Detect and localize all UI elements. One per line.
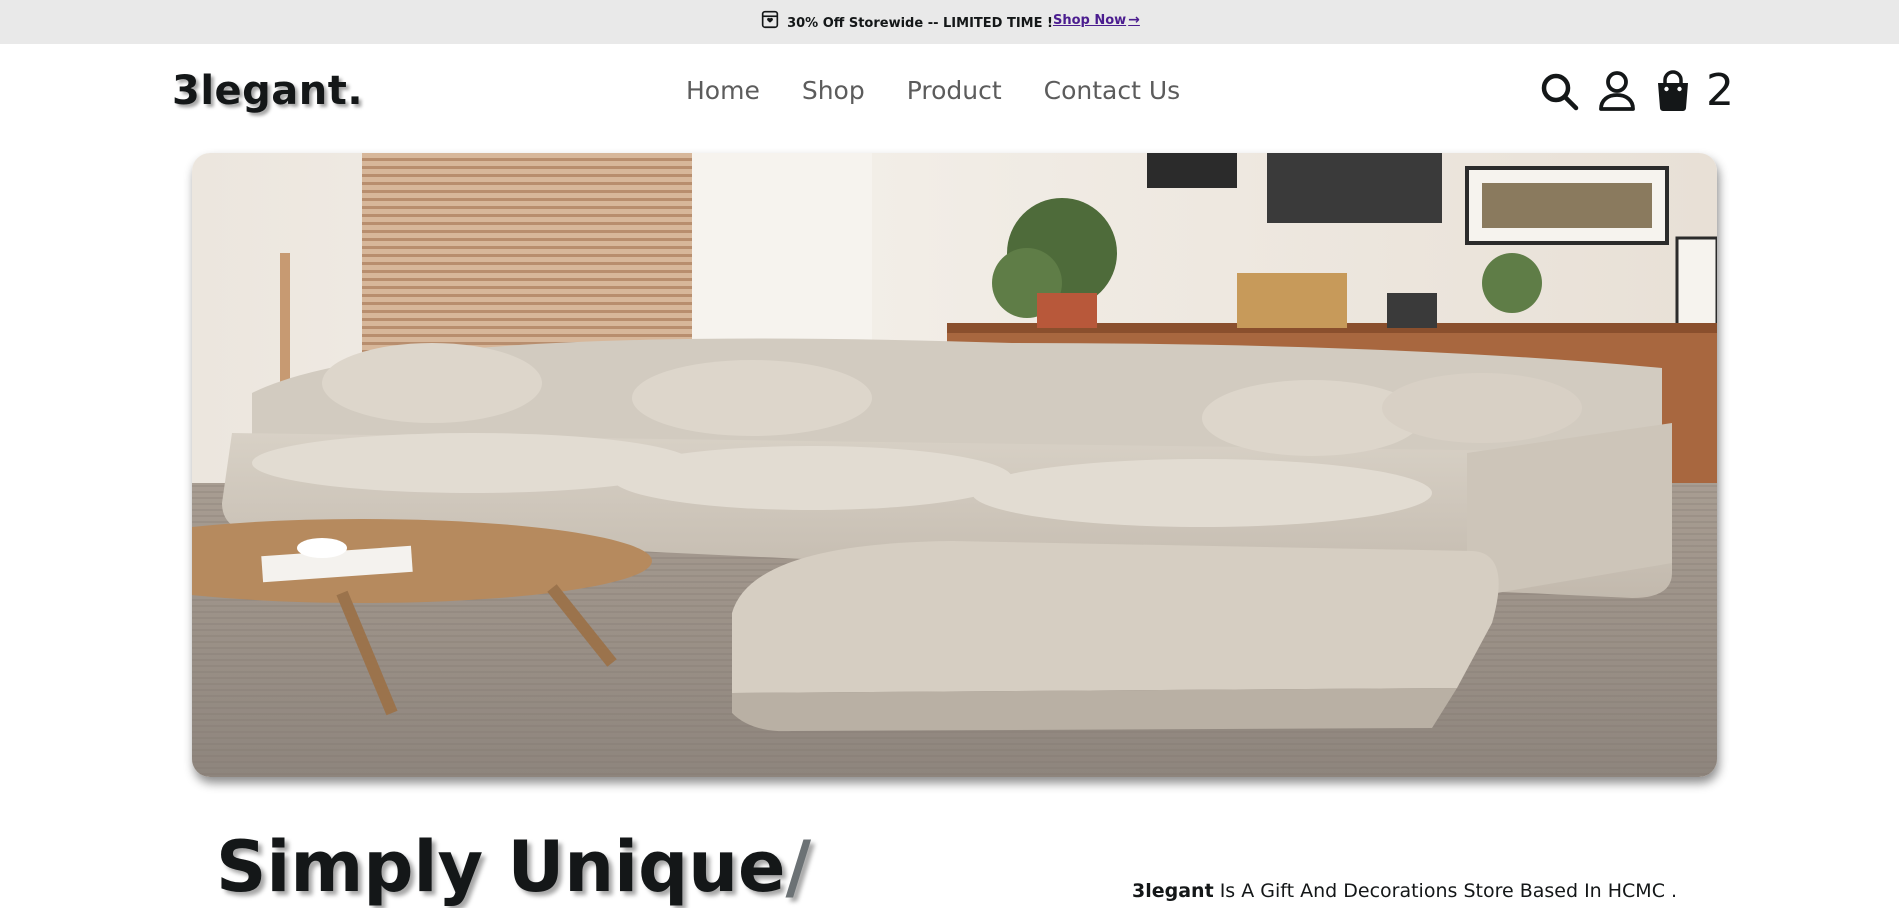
- store-tagline: 3legant Is A Gift And Decorations Store …: [1132, 880, 1677, 902]
- search-icon[interactable]: [1538, 70, 1580, 112]
- tagline-text: Is A Gift And Decorations Store Based In…: [1213, 880, 1678, 902]
- hero-headline: Simply Unique/: [216, 826, 811, 908]
- nav-contact-us[interactable]: Contact Us: [1044, 76, 1181, 105]
- site-logo[interactable]: 3legant.: [172, 68, 363, 114]
- sofa-room-photo: [192, 153, 1717, 777]
- gift-icon: [761, 10, 779, 29]
- promo-bar: 30% Off Storewide -- LIMITED TIME ! Shop…: [0, 0, 1899, 44]
- nav-product[interactable]: Product: [907, 76, 1002, 105]
- header-actions: 2: [1538, 69, 1734, 113]
- main-nav: Home Shop Product Contact Us: [686, 76, 1180, 105]
- shop-now-link[interactable]: Shop Now →: [1053, 12, 1140, 28]
- headline-text: Simply Unique: [216, 826, 786, 908]
- promo-text: 30% Off Storewide -- LIMITED TIME !: [787, 15, 1053, 31]
- site-header: 3legant. Home Shop Product Contact Us 2: [0, 44, 1899, 144]
- shop-now-label: Shop Now: [1052, 12, 1127, 28]
- cart-count[interactable]: 2: [1706, 69, 1734, 113]
- arrow-right-icon: →: [1128, 12, 1140, 28]
- nav-home[interactable]: Home: [686, 76, 760, 105]
- headline-slash: /: [785, 826, 812, 908]
- user-icon[interactable]: [1598, 70, 1636, 112]
- tagline-brand: 3legant: [1132, 880, 1214, 902]
- nav-shop[interactable]: Shop: [802, 76, 865, 105]
- hero-banner-image: [192, 153, 1717, 777]
- shopping-bag-icon[interactable]: [1654, 70, 1692, 112]
